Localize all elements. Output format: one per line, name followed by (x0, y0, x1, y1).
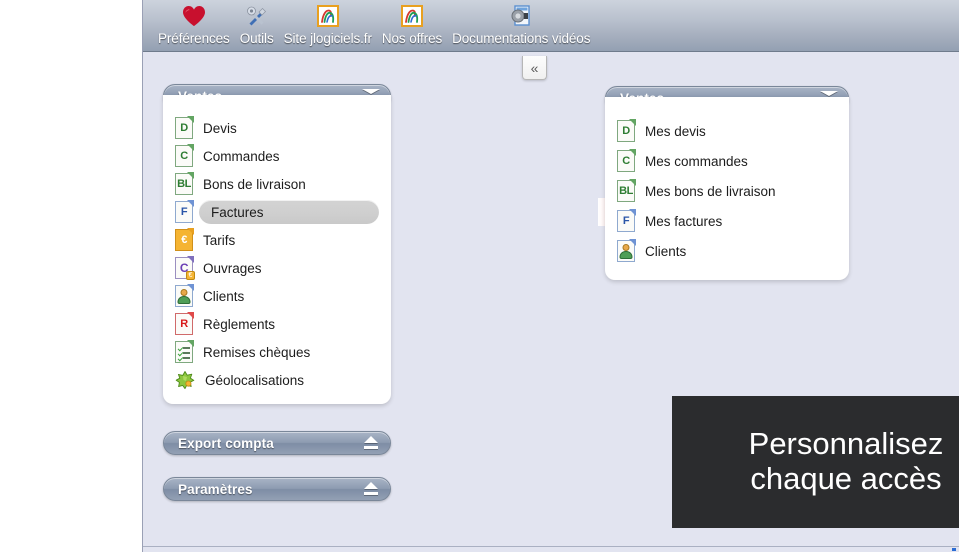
doc-letter: R (180, 317, 188, 330)
status-indicator (952, 548, 956, 551)
sidebar-label-mes-commandes: Mes commandes (645, 153, 748, 169)
doc-letter: F (622, 214, 630, 227)
sidebar-label-ouvrages: Ouvrages (203, 260, 262, 276)
sidebar-item-mes-commandes[interactable]: C Mes commandes (605, 146, 849, 176)
document-d-icon: D (175, 116, 194, 139)
screenshot-root: Préférences Outils Site jlogiciels.fr No… (0, 0, 959, 558)
toolbar-item-preferences[interactable]: Préférences (153, 2, 235, 46)
toolbar-item-documentations-videos[interactable]: Documentations vidéos (447, 2, 595, 46)
euro-badge: € (186, 271, 195, 280)
toolbar-label-outils: Outils (239, 31, 274, 46)
toolbar-item-site-jlogiciels[interactable]: Site jlogiciels.fr (279, 2, 377, 46)
document-c-icon: C (617, 149, 636, 172)
sidebar-label-clients-right: Clients (645, 243, 687, 259)
sidebar-label-factures: Factures (211, 204, 264, 220)
doc-letter: F (180, 205, 188, 218)
right-sidebar-panel: Ventes D Mes devis C Mes commande (605, 86, 849, 280)
doc-letter: C (180, 149, 188, 162)
document-c-icon: C (175, 144, 194, 167)
sidebar-item-clients-right[interactable]: Clients (605, 236, 849, 266)
status-bar (143, 546, 959, 552)
map-star-icon (175, 370, 195, 390)
caption-line-1: Personnalisez (748, 426, 944, 462)
doc-letter: BL (619, 184, 633, 197)
sidebar-item-mes-bons-de-livraison[interactable]: BL Mes bons de livraison (605, 176, 849, 206)
document-f-icon: F (175, 200, 194, 223)
sidebar-item-remises-cheques[interactable]: Remises chèques (163, 338, 391, 366)
doc-letter: C (622, 154, 630, 167)
panel-parametres: Paramètres (163, 477, 391, 501)
jlogiciels-logo-icon (316, 3, 339, 29)
heart-icon (181, 3, 207, 29)
sidebar-item-geolocalisations[interactable]: Géolocalisations (163, 366, 391, 394)
sidebar-label-commandes: Commandes (203, 148, 280, 164)
top-toolbar: Préférences Outils Site jlogiciels.fr No… (143, 0, 959, 52)
toolbar-item-outils[interactable]: Outils (235, 2, 279, 46)
panel-header-export-compta[interactable]: Export compta (163, 431, 391, 455)
document-euro-icon: € (175, 228, 194, 251)
sidebar-collapse-button[interactable]: « (522, 56, 547, 80)
sidebar-item-devis[interactable]: D Devis (163, 114, 391, 142)
caption-line-2: chaque accès (750, 461, 942, 496)
toolbar-label-preferences: Préférences (158, 31, 230, 46)
sidebar-item-factures[interactable]: F Factures (163, 198, 391, 226)
toolbar-items: Préférences Outils Site jlogiciels.fr No… (153, 2, 595, 46)
sidebar-label-geolocalisations: Géolocalisations (205, 372, 305, 388)
sidebar-label-devis: Devis (203, 120, 237, 136)
left-panel-list: D Devis C Commandes BL Bons de livraison… (163, 95, 391, 404)
application-window: Préférences Outils Site jlogiciels.fr No… (142, 0, 959, 552)
toolbar-item-nos-offres[interactable]: Nos offres (377, 2, 447, 46)
doc-letter: D (180, 121, 188, 134)
sidebar-label-mes-factures: Mes factures (645, 213, 723, 229)
sidebar-item-clients[interactable]: Clients (163, 282, 391, 310)
sidebar-label-remises-cheques: Remises chèques (203, 344, 311, 360)
doc-letter: BL (177, 177, 191, 190)
document-bl-icon: BL (175, 172, 194, 195)
collapse-chevrons-icon: « (530, 59, 539, 76)
sidebar-item-bons-de-livraison[interactable]: BL Bons de livraison (163, 170, 391, 198)
right-panel-list: D Mes devis C Mes commandes BL Mes bons … (605, 97, 849, 280)
document-d-icon: D (617, 119, 636, 142)
panel-title-parametres: Paramètres (178, 481, 253, 497)
caption-box: Personnalisez chaque accès (672, 396, 959, 528)
video-document-icon (508, 3, 534, 29)
sidebar-label-tarifs: Tarifs (203, 232, 236, 248)
panel-export-compta: Export compta (163, 431, 391, 455)
sidebar-item-tarifs[interactable]: € Tarifs (163, 226, 391, 254)
sidebar-item-mes-devis[interactable]: D Mes devis (605, 116, 849, 146)
sidebar-label-bons-de-livraison: Bons de livraison (203, 176, 306, 192)
toolbar-label-nos-offres: Nos offres (381, 31, 443, 46)
document-f-icon: F (617, 209, 636, 232)
toolbar-label-documentations-videos: Documentations vidéos (452, 31, 591, 46)
toolbar-label-site-jlogiciels: Site jlogiciels.fr (283, 31, 372, 46)
eject-icon (362, 435, 380, 451)
jlogiciels-logo-icon (400, 3, 423, 29)
document-r-icon: R (175, 312, 194, 335)
document-person-icon (175, 284, 194, 307)
document-ouvrage-icon: C € (175, 256, 195, 280)
document-checklist-icon (175, 340, 194, 363)
eject-icon (362, 481, 380, 497)
doc-letter: D (622, 124, 630, 137)
sidebar-item-reglements[interactable]: R Règlements (163, 310, 391, 338)
document-person-icon (617, 239, 636, 262)
sidebar-label-mes-devis: Mes devis (645, 123, 706, 139)
sidebar-label-mes-bons-de-livraison: Mes bons de livraison (645, 183, 776, 199)
doc-letter: € (181, 233, 187, 246)
panel-header-parametres[interactable]: Paramètres (163, 477, 391, 501)
sidebar-label-clients: Clients (203, 288, 245, 304)
sidebar-item-ouvrages[interactable]: C € Ouvrages (163, 254, 391, 282)
document-bl-icon: BL (617, 179, 636, 202)
sidebar-item-mes-factures[interactable]: F Mes factures (605, 206, 849, 236)
panel-title-export-compta: Export compta (178, 435, 274, 451)
sidebar-item-commandes[interactable]: C Commandes (163, 142, 391, 170)
left-sidebar-panel: Ventes D Devis C (163, 84, 391, 404)
tools-icon (244, 3, 270, 29)
sidebar-label-reglements: Règlements (203, 316, 276, 332)
